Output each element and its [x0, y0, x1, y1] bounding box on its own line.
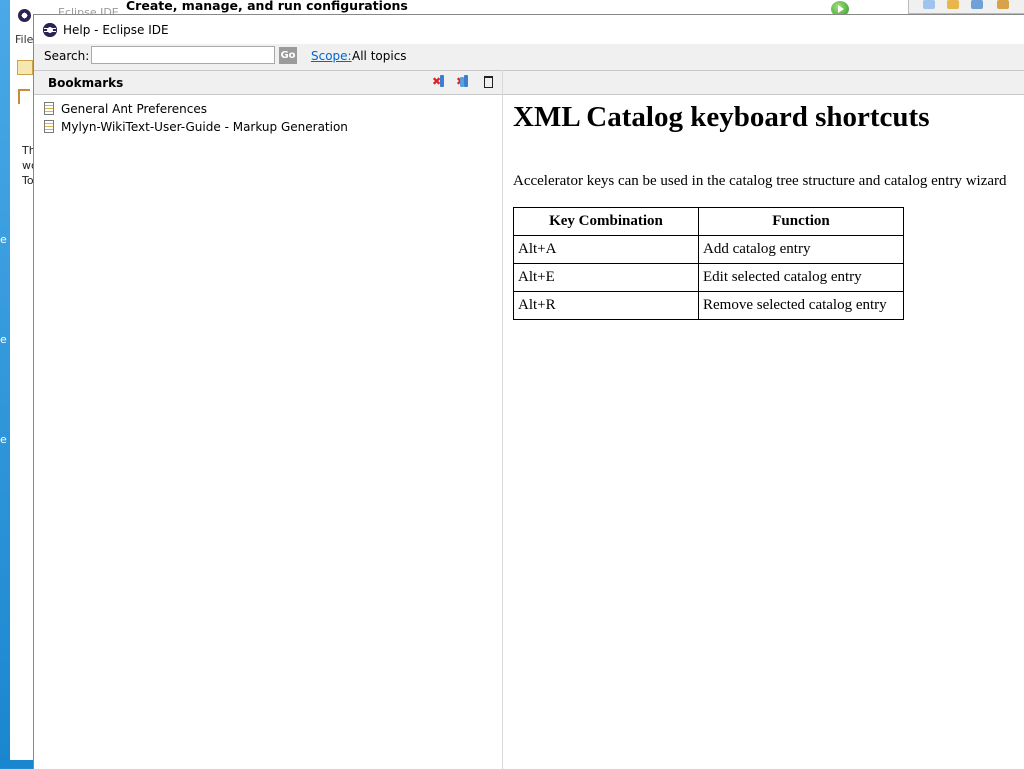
page-title: XML Catalog keyboard shortcuts — [513, 101, 930, 133]
background-toolbar — [908, 0, 1024, 14]
list-item[interactable]: Mylyn-WikiText-User-Guide - Markup Gener… — [44, 118, 348, 136]
bookmark-label: General Ant Preferences — [61, 102, 208, 116]
column-header: Key Combination — [513, 207, 699, 236]
eclipse-logo-icon — [43, 23, 57, 37]
delete-all-bookmarks-icon[interactable]: ✖ — [456, 75, 472, 89]
tool-icon[interactable] — [997, 0, 1009, 9]
help-window: Help - Eclipse IDE Search: Go Scope: All… — [33, 14, 1024, 769]
bookmarks-view: Bookmarks ✖ ✖ General Ant Preferences My… — [34, 70, 503, 769]
help-icon[interactable] — [923, 0, 935, 9]
document-icon — [44, 120, 54, 133]
column-header: Function — [698, 207, 904, 236]
window-title: Help - Eclipse IDE — [63, 23, 169, 37]
table-cell: Edit selected catalog entry — [698, 263, 904, 292]
search-input[interactable] — [91, 46, 275, 64]
table-row: Alt+E Edit selected catalog entry — [513, 263, 904, 292]
go-button[interactable]: Go — [279, 47, 297, 64]
content-toolbar — [503, 70, 1024, 95]
help-window-titlebar[interactable]: Help - Eclipse IDE — [34, 15, 1024, 44]
scope-link[interactable]: Scope: — [311, 49, 352, 63]
table-cell: Alt+E — [513, 263, 699, 292]
launch-dialog-title: Create, manage, and run configurations — [126, 0, 408, 13]
desktop-background — [0, 0, 34, 768]
table-cell: Add catalog entry — [698, 235, 904, 264]
shortcut-table: Key Combination Function Alt+A Add catal… — [513, 207, 904, 320]
table-cell: Alt+R — [513, 291, 699, 320]
table-row: Alt+A Add catalog entry — [513, 235, 904, 264]
scope-value: All topics — [352, 49, 407, 63]
delete-bookmark-icon[interactable]: ✖ — [432, 75, 448, 89]
table-header-row: Key Combination Function — [513, 207, 904, 236]
bookmarks-title: Bookmarks — [48, 76, 124, 90]
tool-icon[interactable] — [971, 0, 983, 9]
table-row: Alt+R Remove selected catalog entry — [513, 291, 904, 320]
intro-paragraph: Accelerator keys can be used in the cata… — [513, 173, 1007, 189]
tool-icon[interactable] — [947, 0, 959, 9]
maximize-view-icon[interactable] — [481, 75, 497, 89]
help-content: XML Catalog keyboard shortcuts Accelerat… — [503, 95, 1024, 769]
search-bar: Search: Go Scope: All topics — [34, 44, 1024, 70]
table-cell: Alt+A — [513, 235, 699, 264]
list-item[interactable]: General Ant Preferences — [44, 100, 348, 118]
table-cell: Remove selected catalog entry — [698, 291, 904, 320]
document-icon — [44, 102, 54, 115]
bookmarks-header: Bookmarks ✖ ✖ — [34, 70, 502, 95]
bookmark-label: Mylyn-WikiText-User-Guide - Markup Gener… — [61, 120, 348, 134]
bookmark-list: General Ant Preferences Mylyn-WikiText-U… — [44, 100, 348, 136]
search-label: Search: — [44, 49, 90, 63]
